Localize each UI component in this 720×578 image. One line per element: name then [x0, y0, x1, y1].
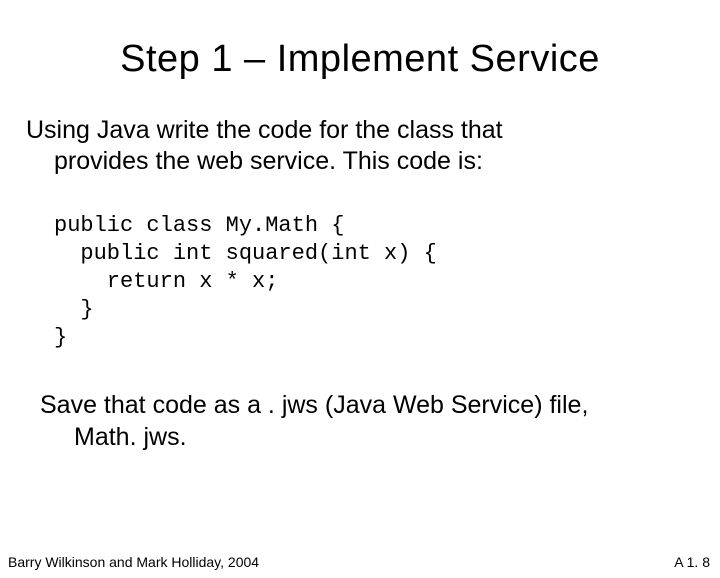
code-block: public class My.Math { public int square…: [54, 212, 720, 353]
code-line-2: public int squared(int x) {: [54, 241, 437, 266]
code-line-4: }: [54, 297, 94, 322]
code-line-5: }: [54, 325, 67, 350]
save-line-1: Save that code as a . jws (Java Web Serv…: [40, 391, 588, 419]
save-paragraph: Save that code as a . jws (Java Web Serv…: [40, 390, 690, 453]
save-line-2: Math. jws.: [40, 422, 690, 453]
footer-credits: Barry Wilkinson and Mark Holliday, 2004: [8, 554, 259, 570]
code-line-1: public class My.Math {: [54, 213, 344, 238]
intro-paragraph: Using Java write the code for the class …: [26, 115, 690, 178]
slide: Step 1 – Implement Service Using Java wr…: [0, 38, 720, 578]
footer-page-number: A 1. 8: [674, 554, 710, 570]
intro-line-1: Using Java write the code for the class …: [26, 116, 503, 144]
intro-line-2: provides the web service. This code is:: [26, 146, 690, 177]
code-line-3: return x * x;: [54, 269, 278, 294]
slide-title: Step 1 – Implement Service: [0, 38, 720, 81]
